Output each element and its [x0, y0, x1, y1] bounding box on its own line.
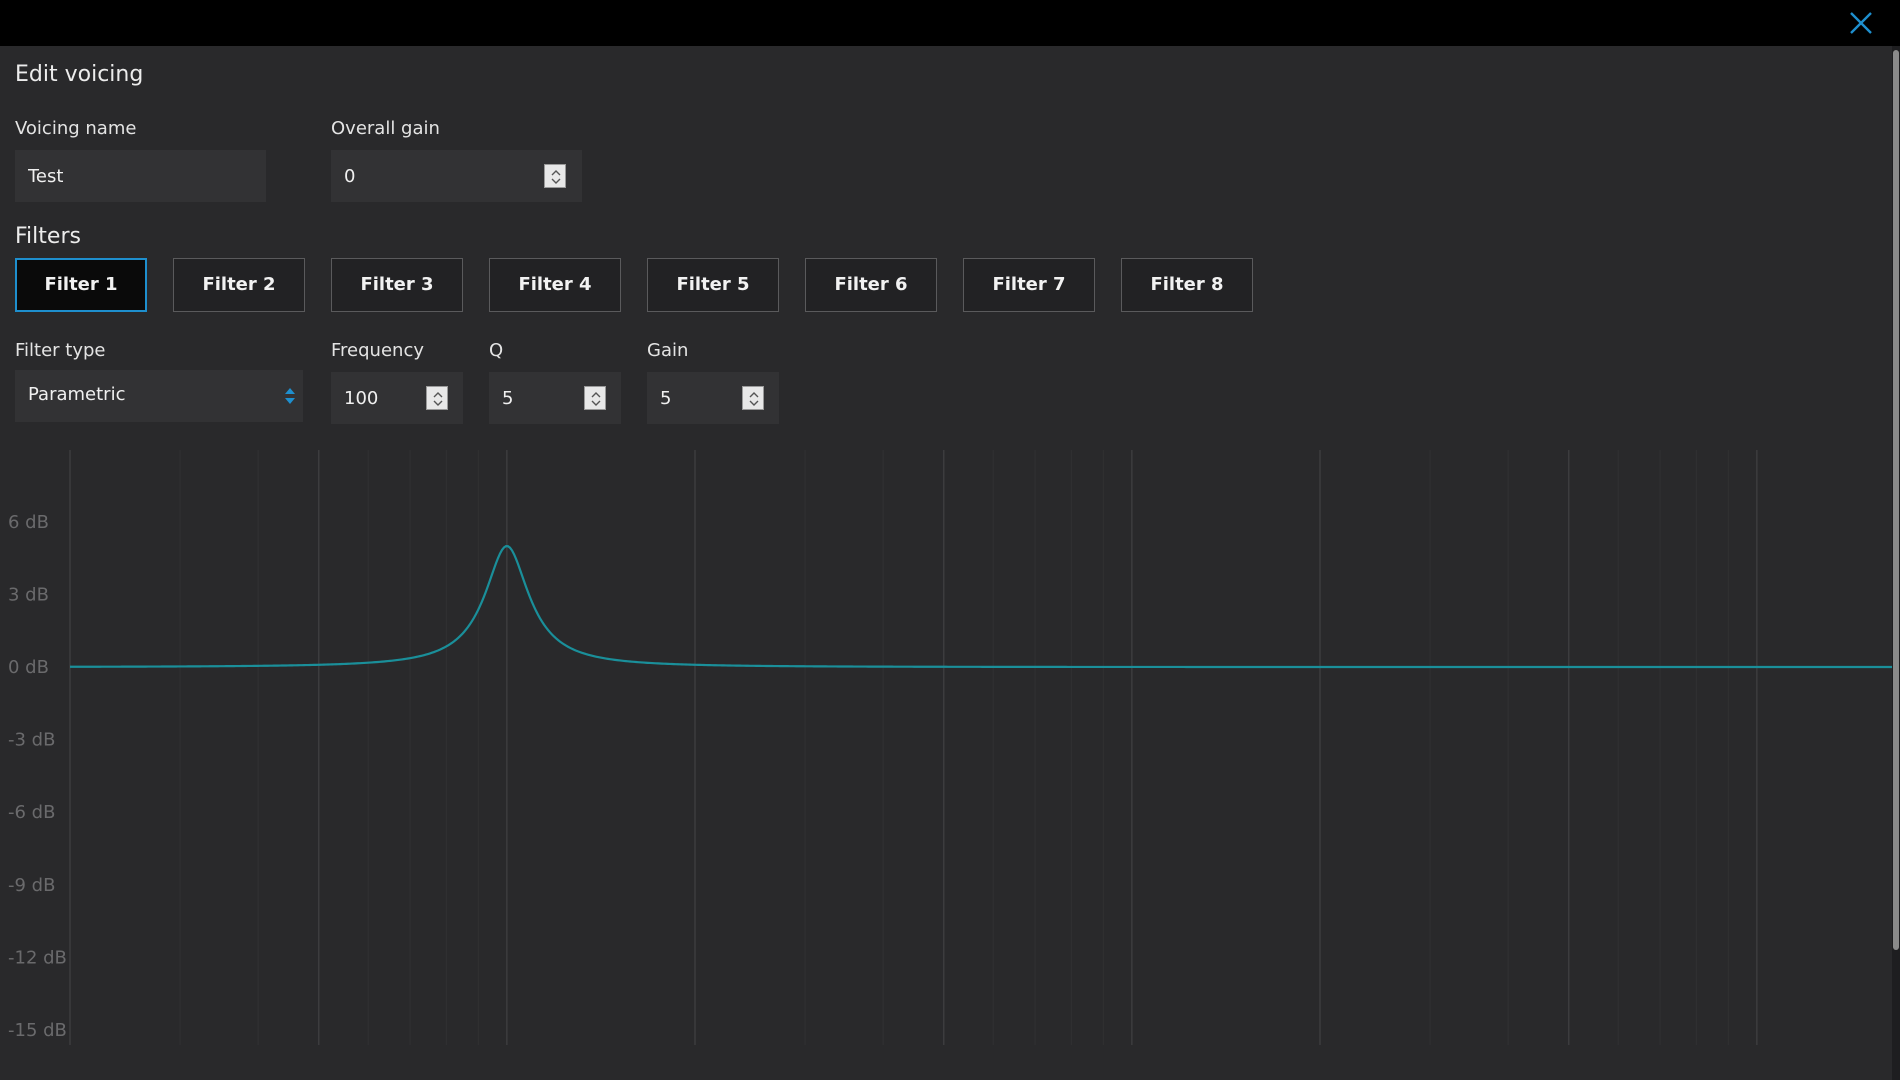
filter-tab-1[interactable]: Filter 1: [15, 258, 147, 312]
filter-tab-8[interactable]: Filter 8: [1121, 258, 1253, 312]
filters-heading: Filters: [15, 224, 81, 249]
filter-tab-3[interactable]: Filter 3: [331, 258, 463, 312]
gain-stepper: [647, 372, 779, 424]
up-down-arrows-icon: [433, 392, 443, 406]
filter-tab-4[interactable]: Filter 4: [489, 258, 621, 312]
up-down-arrows-icon: [749, 392, 759, 406]
y-tick-label: -3 dB: [8, 730, 55, 751]
q-label: Q: [489, 340, 504, 361]
filter-type-value: Parametric: [28, 384, 126, 405]
overall-gain-input[interactable]: [331, 150, 531, 202]
frequency-input[interactable]: [331, 372, 421, 424]
gain-spin-button[interactable]: [742, 386, 764, 410]
frequency-spin-button[interactable]: [426, 386, 448, 410]
y-tick-label: -9 dB: [8, 875, 55, 896]
filter-type-label: Filter type: [15, 340, 106, 361]
y-tick-label: 0 dB: [8, 657, 49, 678]
filter-tab-2[interactable]: Filter 2: [173, 258, 305, 312]
dialog-title: Edit voicing: [15, 62, 144, 87]
chart-grid: [69, 450, 1758, 1045]
filter-tab-7[interactable]: Filter 7: [963, 258, 1095, 312]
filter-tab-5[interactable]: Filter 5: [647, 258, 779, 312]
y-tick-label: 6 dB: [8, 512, 49, 533]
select-arrows-icon: [283, 384, 297, 412]
close-button[interactable]: [1844, 6, 1878, 40]
title-bar: [0, 0, 1900, 46]
q-stepper: [489, 372, 621, 424]
voicing-name-label: Voicing name: [15, 118, 137, 139]
y-tick-label: -12 dB: [8, 947, 67, 968]
frequency-stepper: [331, 372, 463, 424]
filter-type-select[interactable]: Parametric: [15, 370, 303, 422]
scrollbar-thumb[interactable]: [1893, 50, 1899, 950]
gain-input[interactable]: [647, 372, 737, 424]
up-down-arrows-icon: [591, 392, 601, 406]
q-input[interactable]: [489, 372, 579, 424]
y-tick-label: -6 dB: [8, 802, 55, 823]
y-tick-label: -15 dB: [8, 1020, 67, 1041]
up-down-arrows-icon: [551, 170, 561, 184]
q-spin-button[interactable]: [584, 386, 606, 410]
frequency-label: Frequency: [331, 340, 424, 361]
overall-gain-spin-button[interactable]: [544, 164, 566, 188]
scrollbar[interactable]: [1892, 46, 1900, 1080]
overall-gain-stepper: [331, 150, 582, 202]
gain-label: Gain: [647, 340, 689, 361]
voicing-name-input[interactable]: [15, 150, 266, 202]
overall-gain-label: Overall gain: [331, 118, 440, 139]
frequency-response-chart: 6 dB 3 dB 0 dB -3 dB -6 dB -9 dB -12 dB -15 dB: [8, 450, 1892, 1045]
filter-tab-6[interactable]: Filter 6: [805, 258, 937, 312]
y-tick-label: 3 dB: [8, 584, 49, 605]
close-icon: [1850, 12, 1872, 34]
